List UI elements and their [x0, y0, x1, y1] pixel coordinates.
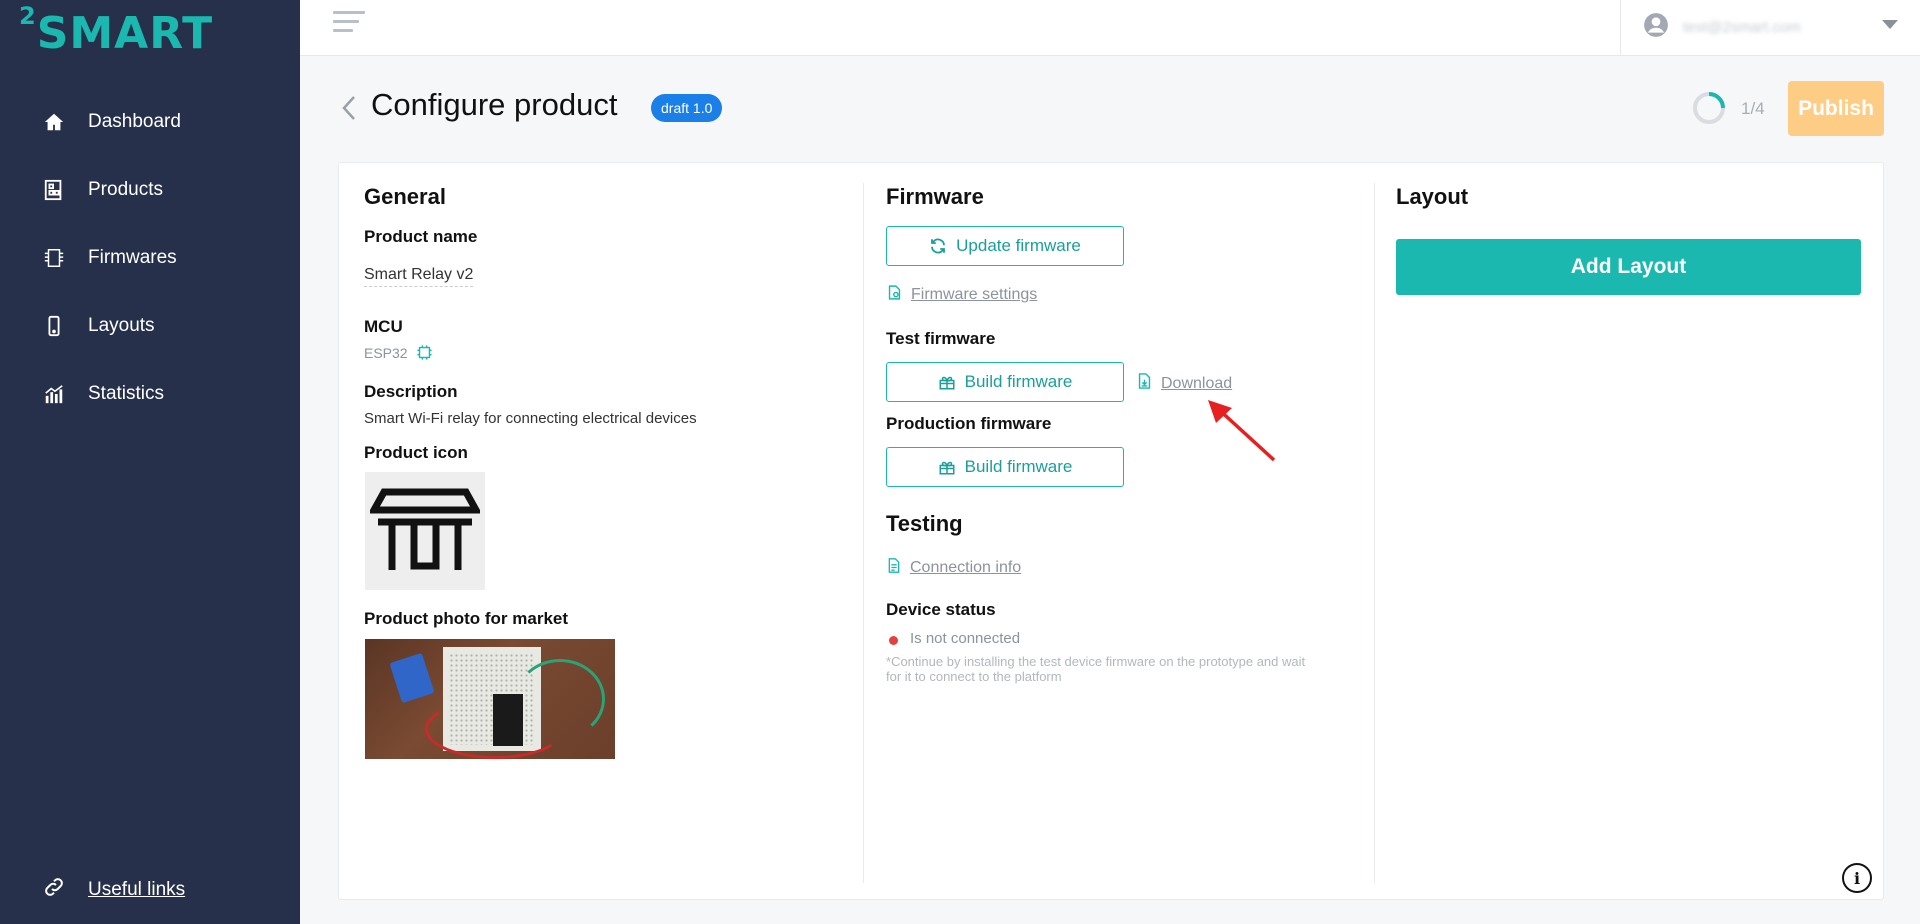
product-name-value[interactable]: Smart Relay v2 [364, 266, 474, 287]
user-avatar-icon [1643, 12, 1669, 43]
product-photo-label: Product photo for market [364, 609, 569, 628]
page-title: Configure product [371, 87, 618, 122]
sidebar-item-label: Statistics [88, 383, 165, 404]
progress-text: 1/4 [1741, 99, 1765, 118]
chip-icon [42, 246, 66, 270]
configure-card: General Product name Smart Relay v2 MCU … [338, 162, 1884, 900]
firmware-title: Firmware [886, 184, 984, 209]
mcu-label: MCU [364, 317, 403, 336]
update-firmware-label: Update firmware [956, 236, 1081, 255]
link-icon [42, 875, 66, 904]
firmware-settings-label: Firmware settings [911, 286, 1038, 303]
production-firmware-label: Production firmware [886, 414, 1052, 433]
package-icon [938, 373, 956, 391]
connection-info-label: Connection info [910, 559, 1022, 576]
sidebar-nav: Dashboard Products Firmwares Layouts Sta… [0, 88, 300, 428]
build-firmware-label: Build firmware [964, 457, 1073, 476]
download-link[interactable]: Download [1136, 371, 1232, 396]
description-label: Description [364, 382, 458, 401]
logo[interactable]: 2SMART [19, 2, 213, 59]
useful-links-label: Useful links [88, 878, 186, 900]
package-icon [938, 458, 956, 476]
version-badge: draft 1.0 [651, 94, 723, 122]
home-icon [42, 110, 66, 134]
topbar: test@2smart.com [300, 0, 1920, 56]
sidebar-item-firmwares[interactable]: Firmwares [0, 224, 300, 292]
general-title: General [364, 184, 446, 209]
layout-title: Layout [1396, 184, 1469, 209]
back-button[interactable] [338, 92, 362, 124]
product-icon[interactable] [365, 472, 485, 590]
mcu-chip-icon[interactable] [416, 344, 433, 366]
annotation-arrow-icon [1204, 396, 1284, 466]
phone-icon [42, 314, 66, 338]
sidebar-item-statistics[interactable]: Statistics [0, 360, 300, 428]
testing-hint: *Continue by installing the test device … [886, 654, 1306, 684]
sidebar-item-label: Dashboard [88, 111, 181, 132]
info-icon[interactable]: i [1842, 863, 1872, 893]
status-dot [889, 636, 898, 645]
column-divider [863, 183, 864, 883]
document-icon [886, 556, 902, 580]
update-firmware-button[interactable]: Update firmware [886, 226, 1124, 266]
sidebar-item-dashboard[interactable]: Dashboard [0, 88, 300, 156]
sidebar-item-label: Firmwares [88, 247, 177, 268]
sidebar-item-label: Layouts [88, 315, 155, 336]
publish-button[interactable]: Publish [1788, 81, 1884, 136]
column-divider [1374, 183, 1375, 883]
testing-title: Testing [886, 511, 963, 536]
connection-info-link[interactable]: Connection info [886, 556, 1021, 580]
product-icon-label: Product icon [364, 443, 468, 462]
product-photo[interactable] [365, 639, 615, 759]
description-value[interactable]: Smart Wi-Fi relay for connecting electri… [364, 410, 697, 427]
sidebar-item-products[interactable]: Products [0, 156, 300, 224]
progress-ring [1692, 91, 1726, 125]
add-layout-button[interactable]: Add Layout [1396, 239, 1861, 295]
test-firmware-label: Test firmware [886, 329, 996, 348]
download-file-icon [1136, 371, 1153, 396]
settings-file-icon [886, 283, 903, 307]
device-status-value: Is not connected [910, 630, 1021, 647]
build-firmware-label: Build firmware [964, 372, 1073, 391]
build-production-firmware-button[interactable]: Build firmware [886, 447, 1124, 487]
product-name-label: Product name [364, 227, 478, 246]
sidebar-item-label: Products [88, 179, 163, 200]
useful-links[interactable]: Useful links [42, 875, 185, 904]
firmware-settings-link[interactable]: Firmware settings [886, 283, 1037, 307]
device-status-label: Device status [886, 600, 996, 619]
menu-toggle-icon[interactable] [333, 11, 365, 37]
sidebar-item-layouts[interactable]: Layouts [0, 292, 300, 360]
chart-icon [42, 382, 66, 406]
products-icon [42, 178, 66, 202]
refresh-icon [929, 237, 947, 255]
chevron-down-icon[interactable] [1882, 20, 1898, 29]
user-email: test@2smart.com [1683, 19, 1801, 36]
user-menu[interactable]: test@2smart.com [1620, 0, 1920, 55]
download-label: Download [1161, 374, 1233, 392]
build-test-firmware-button[interactable]: Build firmware [886, 362, 1124, 402]
sidebar: 2SMART Dashboard Products Firmwares Layo… [0, 0, 300, 924]
mcu-value: ESP32 [364, 345, 408, 361]
